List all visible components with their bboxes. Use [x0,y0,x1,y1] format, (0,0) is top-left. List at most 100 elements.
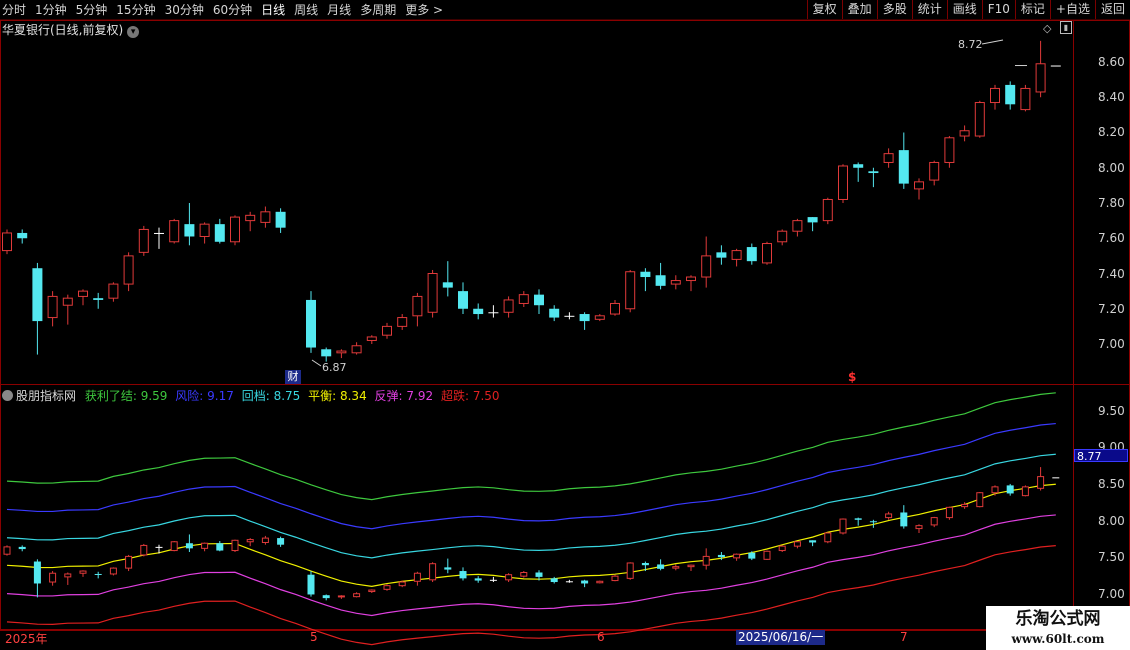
candle-body-down [716,252,727,258]
candle-body-up [701,255,712,278]
ind-candle-body-up [626,562,634,579]
ind-candle-body-up [246,539,254,543]
low-marker-arrow [311,359,322,367]
candle-body-up [959,130,970,137]
band-line-2 [6,453,1056,559]
candle-body-down [640,271,651,278]
ind-candle-body-up [383,585,391,590]
ind-candle-body-down [717,554,725,558]
candle-body-down [275,211,286,228]
cursor-date-box: 2025/06/16/一 [736,630,826,645]
ind-candle-body-up [368,589,376,593]
candle-body-up [169,220,180,243]
x-label-year: 2025年 [5,632,48,646]
candle-body-up [47,295,58,319]
ind-candle-body-up [398,581,406,587]
ind-candle-body-down [535,572,543,577]
candle-body-down [534,294,544,306]
candle-body-up [123,255,134,285]
ind-candle-body-down [657,564,665,569]
ind-candle-body-up [1021,486,1029,497]
ind-candle-body-down [474,578,482,581]
ind-candle-body-up [945,506,953,519]
ind-candle-body-down [185,543,193,549]
ind-candle-body-up [930,517,938,526]
candle-body-up [366,336,377,341]
candle-body-up [1035,63,1046,93]
ind-candle-body-up [79,570,87,574]
finance-event-marker[interactable]: 财 [285,370,301,384]
kline-chart[interactable] [0,0,1130,650]
ind-candle-body-up [687,564,695,568]
ind-candle-body-cross [489,579,497,581]
candle-body-up [412,295,423,317]
watermark-url: www.60lt.com [1011,632,1105,646]
ind-candle-body-down [307,574,315,595]
candle-body-up [503,299,514,313]
candle-body-down [1005,84,1016,105]
ind-candle-body-up [429,563,437,581]
candle-body-up [336,350,347,354]
candle-body-down [549,308,560,318]
candle-body-up [670,280,681,285]
candle-body-cross [488,312,499,314]
candle-body-up [944,137,955,163]
high-price-marker: 8.72 [958,38,983,51]
candle-body-down [321,349,332,357]
ind-candle-body-up [885,513,893,519]
candle-body-down [458,291,468,309]
ind-candle-body-up [505,574,513,581]
ind-candle-body-up [520,572,528,577]
ind-candle-body-down [900,512,908,527]
ind-candle-body-up [170,541,178,552]
ind-candle-body-up [1037,476,1045,489]
ind-candle-body-down [854,518,862,520]
candle-body-up [792,220,803,232]
candle-body-down [898,150,909,184]
ind-candle-body-up [353,593,361,598]
ind-candle-body-up [839,518,847,534]
candle-body-up [245,214,256,222]
ind-candle-body-up [976,492,984,508]
candle-body-up [610,302,620,315]
candle-body-up [990,87,1000,104]
ind-candle-body-down [277,538,285,545]
candle-body-up [62,297,73,306]
ind-candle-body-up [915,525,923,530]
high-marker-arrow [981,39,1004,45]
ind-candle-body-up [733,553,741,559]
candle-body-down [868,171,879,174]
ind-candle-body-up [778,545,786,552]
watermark-logo: 乐淘公式网 www.60lt.com [986,606,1130,650]
ind-candle-body-down [809,540,817,543]
ind-candle-body-up [672,566,680,569]
candle-body-down [93,298,104,300]
candle-body-up [883,153,894,163]
candle-body-up [594,315,605,320]
candle-body-up [108,283,119,299]
candle-body-up [777,230,788,243]
ind-candle-body-down [94,573,102,575]
ind-candle-body-up [49,572,57,583]
low-price-marker: 6.87 [322,361,347,374]
ind-candle-body-down [581,580,589,584]
x-label-july: 7 [900,630,908,644]
ind-candle-body-up [337,595,345,598]
ind-candle-body-down [1006,485,1014,494]
candle-body-up [427,273,438,313]
signal-marker[interactable]: $ [848,370,856,384]
ind-candle-body-down [641,562,649,566]
candle-body-up [686,276,696,282]
ind-candle-body-down [216,543,224,551]
candle-body-cross [154,232,164,234]
ind-candle-body-cross [155,546,163,548]
watermark-title: 乐淘公式网 [1015,609,1101,629]
candle-body-down [853,164,864,168]
ind-candle-body-up [231,539,239,552]
band-line-1 [6,422,1056,530]
ind-candle-body-down [550,578,558,583]
candle-body-down [655,275,666,286]
candle-body-up [230,216,240,243]
candle-body-up [351,345,362,354]
candle-body-up [260,211,271,223]
